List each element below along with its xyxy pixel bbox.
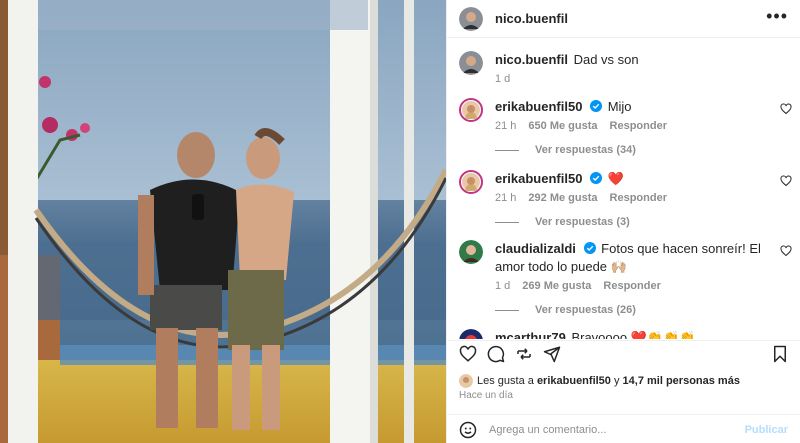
author-avatar[interactable] — [459, 6, 483, 31]
caption-time: 1 d — [495, 73, 511, 85]
comments-list: nico.buenfil Dad vs son 1 d erikabuenfil… — [447, 39, 800, 339]
caption-text: nico.buenfil Dad vs son — [495, 51, 764, 69]
commenter-avatar[interactable] — [459, 329, 483, 339]
likes-summary: Les gusta a erikabuenfil50 y 14,7 mil pe… — [459, 374, 740, 388]
comment-item: mcarthur79 Bravoooo ❤️👏👏👏 — [447, 329, 800, 339]
comment-heart-icon[interactable] — [780, 245, 792, 257]
share-icon[interactable] — [515, 345, 533, 363]
comment-likes[interactable]: 650 Me gusta — [528, 120, 597, 132]
comment-username[interactable]: claudializaldi — [495, 241, 576, 256]
comment-heart-icon[interactable] — [780, 103, 792, 115]
view-replies-button[interactable]: Ver respuestas (3) — [495, 216, 764, 228]
author-avatar[interactable] — [459, 51, 483, 75]
comment-likes[interactable]: 269 Me gusta — [522, 280, 591, 292]
comment-icon[interactable] — [487, 345, 505, 363]
verified-icon — [590, 100, 603, 112]
comment-text: Mijo — [607, 99, 632, 114]
publish-button[interactable]: Publicar — [745, 424, 788, 436]
more-options-icon[interactable]: ••• — [766, 7, 788, 25]
comment-username[interactable]: erikabuenfil50 — [495, 171, 582, 186]
commenter-avatar[interactable] — [459, 98, 483, 122]
view-replies-button[interactable]: Ver respuestas (26) — [495, 304, 764, 316]
caption: nico.buenfil Dad vs son 1 d — [447, 51, 800, 85]
post-header: nico.buenfil ••• — [447, 0, 800, 38]
view-replies-button[interactable]: Ver respuestas (34) — [495, 144, 764, 156]
author-username[interactable]: nico.buenfil — [495, 11, 568, 26]
add-comment-bar: Publicar — [447, 414, 800, 443]
reply-button[interactable]: Responder — [610, 192, 667, 204]
comment-input[interactable] — [489, 423, 745, 436]
caption-username[interactable]: nico.buenfil — [495, 52, 568, 67]
comment-item: erikabuenfil50 Mijo 21 h 650 Me gusta Re… — [447, 98, 800, 156]
reply-button[interactable]: Responder — [603, 280, 660, 292]
bookmark-icon[interactable] — [772, 345, 788, 363]
comment-heart-icon[interactable] — [780, 175, 792, 187]
comment-username[interactable]: mcarthur79 — [495, 330, 566, 339]
post-side-panel: nico.buenfil ••• nico.buenfil Dad vs son… — [446, 0, 800, 443]
post-actions: Les gusta a erikabuenfil50 y 14,7 mil pe… — [447, 340, 800, 441]
liker-avatar — [459, 374, 473, 388]
comment-item: erikabuenfil50 ❤️ 21 h 292 Me gusta Resp… — [447, 170, 800, 228]
comment-likes[interactable]: 292 Me gusta — [528, 192, 597, 204]
reply-button[interactable]: Responder — [610, 120, 667, 132]
commenter-avatar[interactable] — [459, 170, 483, 194]
comment-time: 21 h — [495, 120, 517, 132]
comment-item: claudializaldi Fotos que hacen sonreír! … — [447, 240, 800, 316]
caption-body: Dad vs son — [573, 52, 639, 67]
commenter-avatar[interactable] — [459, 240, 483, 264]
comment-text: ❤️ — [607, 171, 624, 186]
comment-text: Bravoooo ❤️👏👏👏 — [571, 330, 696, 339]
heart-icon[interactable] — [459, 345, 477, 363]
comment-time: 1 d — [495, 280, 511, 292]
comment-time: 21 h — [495, 192, 517, 204]
verified-icon — [583, 242, 596, 254]
liker-username[interactable]: erikabuenfil50 — [537, 375, 611, 387]
comment-username[interactable]: erikabuenfil50 — [495, 99, 582, 114]
send-icon[interactable] — [543, 345, 561, 363]
post-photo — [0, 0, 446, 443]
verified-icon — [590, 172, 603, 184]
likes-count[interactable]: 14,7 mil personas más — [623, 375, 740, 387]
post-time: Hace un día — [459, 390, 513, 401]
mirror-selfie-image — [0, 0, 446, 443]
emoji-icon[interactable] — [459, 421, 477, 439]
